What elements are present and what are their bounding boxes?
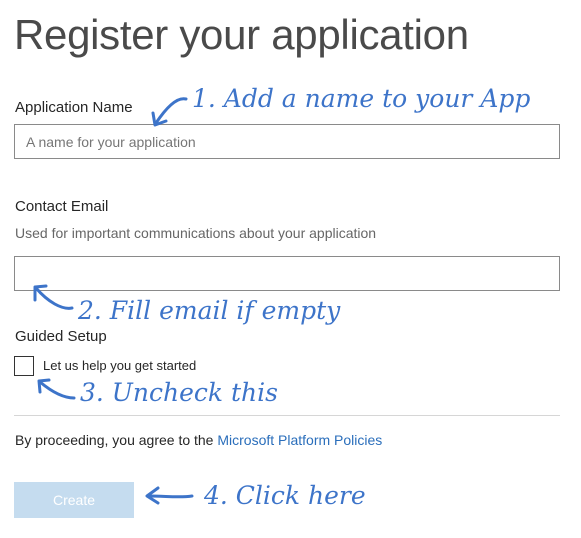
contact-email-input[interactable] xyxy=(14,256,560,291)
annotation-arrow-2-icon xyxy=(33,284,74,310)
application-name-label: Application Name xyxy=(15,99,133,116)
annotation-arrow-3-icon xyxy=(37,378,76,400)
annotation-step-3: 3. Uncheck this xyxy=(80,378,278,407)
contact-email-label: Contact Email xyxy=(15,198,109,215)
agreement-prefix: By proceeding, you agree to the xyxy=(15,432,218,448)
application-name-input[interactable] xyxy=(14,124,560,159)
create-button[interactable]: Create xyxy=(14,482,134,518)
divider xyxy=(14,415,560,416)
annotation-arrow-1-icon xyxy=(151,97,188,127)
contact-email-help-text: Used for important communications about … xyxy=(15,225,377,241)
guided-setup-label: Guided Setup xyxy=(15,328,107,345)
annotation-step-2: 2. Fill email if empty xyxy=(78,296,341,325)
guided-setup-checkbox[interactable] xyxy=(14,356,34,376)
agreement-text: By proceeding, you agree to the Microsof… xyxy=(15,431,382,449)
platform-policies-link[interactable]: Microsoft Platform Policies xyxy=(217,432,382,448)
annotation-step-1: 1. Add a name to your App xyxy=(192,84,531,113)
page-title: Register your application xyxy=(14,11,469,58)
annotation-step-4: 4. Click here xyxy=(204,481,366,510)
annotation-arrow-4-icon xyxy=(145,486,194,505)
